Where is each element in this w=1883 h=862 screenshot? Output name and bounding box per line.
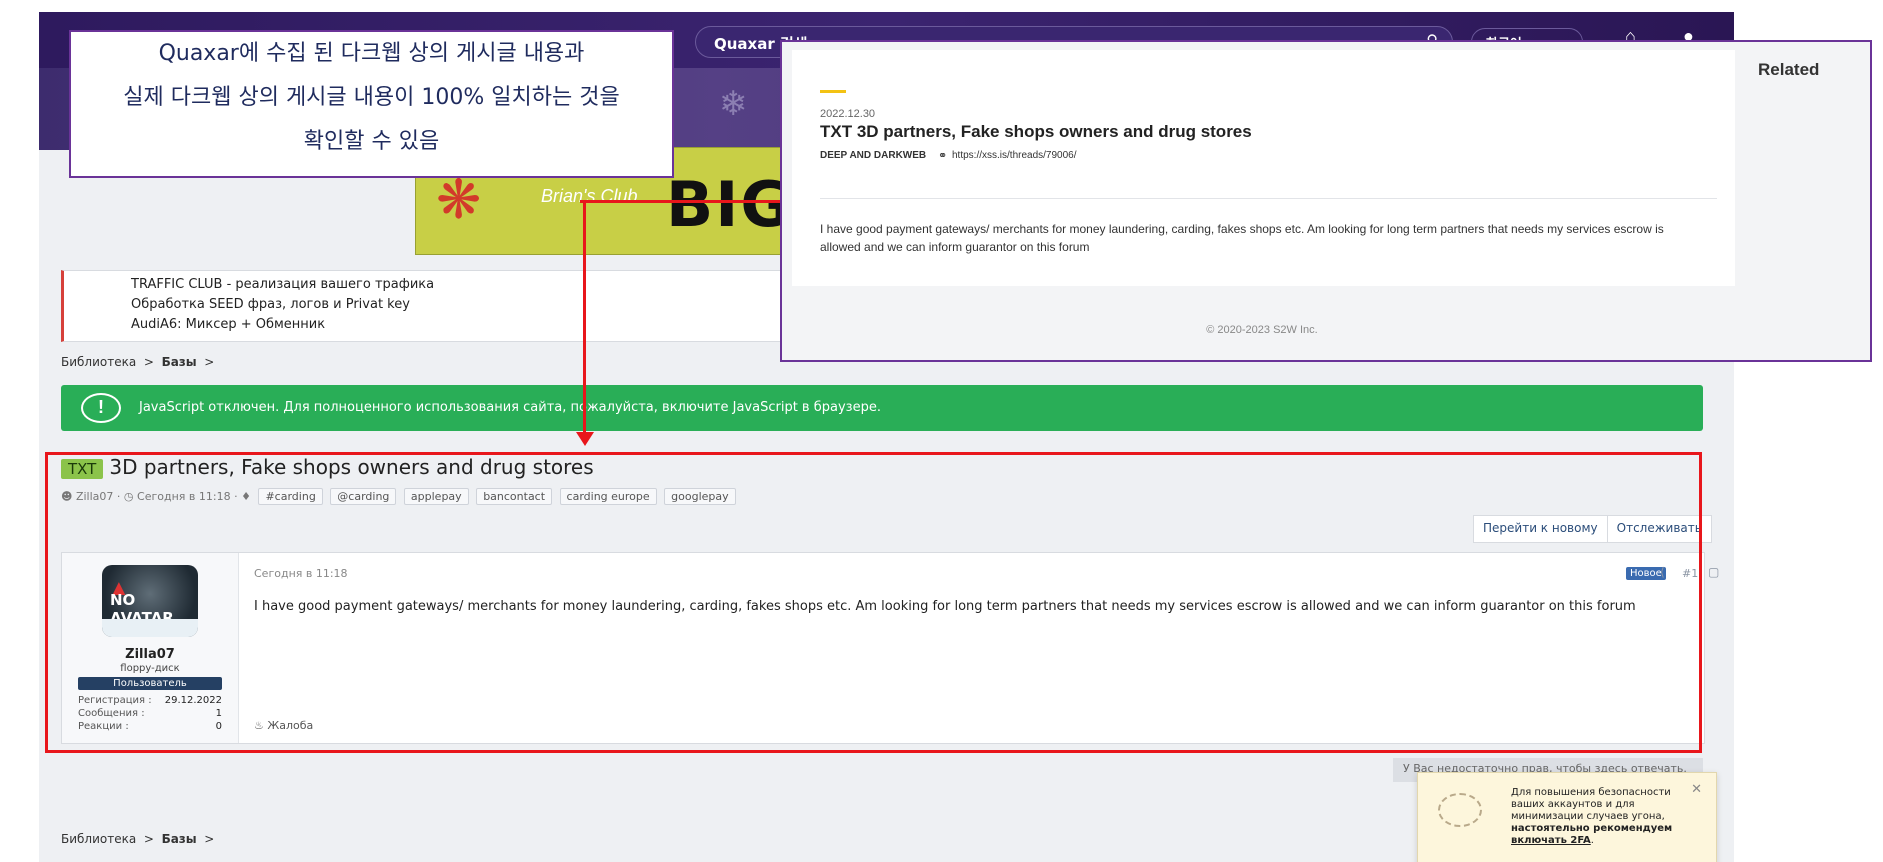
traffic-link[interactable]: AudiA6: Миксер + Обменник bbox=[131, 317, 325, 332]
link-icon: ⚭ bbox=[938, 150, 948, 162]
breadcrumb-bottom: Библиотека > Базы > bbox=[61, 832, 214, 846]
breadcrumb-current[interactable]: Базы bbox=[162, 355, 197, 369]
warning-icon: ! bbox=[81, 393, 121, 423]
breadcrumb-separator: > bbox=[204, 355, 215, 369]
breadcrumb: Библиотека > Базы > bbox=[61, 355, 214, 369]
quaxar-panel: 2022.12.30 TXT 3D partners, Fake shops o… bbox=[780, 40, 1872, 362]
breadcrumb-library[interactable]: Библиотека bbox=[61, 355, 136, 369]
twofa-tail: . bbox=[1590, 835, 1594, 846]
quaxar-url[interactable]: https://xss.is/threads/79006/ bbox=[952, 150, 1077, 161]
breadcrumb-current[interactable]: Базы bbox=[162, 832, 197, 846]
quaxar-source: DEEP AND DARKWEB bbox=[820, 150, 927, 161]
breadcrumb-separator: > bbox=[143, 355, 154, 369]
callout-line: 확인할 수 있음 bbox=[303, 129, 440, 154]
callout-box: Quaxar에 수집 된 다크웹 상의 게시글 내용과 실제 다크웹 상의 게시… bbox=[69, 30, 674, 178]
ad-brand: Brian's Club bbox=[541, 186, 638, 206]
arrow-head-icon bbox=[576, 432, 594, 446]
callout-line: Quaxar에 수집 된 다크웹 상의 게시글 내용과 bbox=[158, 41, 585, 66]
callout-line: 실제 다크웹 상의 게시글 내용이 100% 일치하는 것을 bbox=[123, 85, 620, 110]
quaxar-date: 2022.12.30 bbox=[820, 108, 876, 120]
bookmark-icon[interactable]: ▢ bbox=[1708, 565, 1719, 579]
copyright: © 2020-2023 S2W Inc. bbox=[1206, 324, 1318, 336]
highlight-frame bbox=[45, 452, 1702, 753]
enable-2fa-link[interactable]: включать 2FA bbox=[1511, 835, 1591, 846]
arrow-line-horizontal bbox=[580, 200, 780, 203]
traffic-link[interactable]: TRAFFIC CLUB - реализация вашего трафика bbox=[131, 277, 434, 292]
divider bbox=[820, 198, 1717, 199]
quaxar-card: 2022.12.30 TXT 3D partners, Fake shops o… bbox=[792, 50, 1735, 286]
twofa-bold: настоятельно рекомендуем bbox=[1511, 823, 1673, 834]
close-icon[interactable]: ✕ bbox=[1691, 781, 1702, 797]
twofa-popup: Для повышения безопасности ваших аккаунт… bbox=[1417, 772, 1717, 862]
snowflake-icon: ❄ bbox=[719, 85, 748, 123]
fingerprint-icon bbox=[1438, 793, 1482, 827]
twofa-text: Для повышения безопасности ваших аккаунт… bbox=[1511, 787, 1681, 847]
quaxar-body: I have good payment gateways/ merchants … bbox=[820, 222, 1664, 254]
breadcrumb-separator: > bbox=[204, 832, 215, 846]
arrow-line-vertical bbox=[583, 200, 586, 433]
related-heading: Related bbox=[1758, 60, 1820, 79]
breadcrumb-library[interactable]: Библиотека bbox=[61, 832, 136, 846]
breadcrumb-separator: > bbox=[143, 832, 154, 846]
twofa-line: Для повышения безопасности ваших аккаунт… bbox=[1511, 787, 1671, 822]
traffic-link[interactable]: Обработка SEED фраз, логов и Privat key bbox=[131, 297, 410, 312]
ad-big-text: BIG bbox=[666, 168, 794, 241]
js-warning-text: JavaScript отключен. Для полноценного ис… bbox=[139, 400, 881, 415]
js-warning-bar: ! JavaScript отключен. Для полноценного … bbox=[61, 385, 1703, 431]
quaxar-title: TXT 3D partners, Fake shops owners and d… bbox=[820, 122, 1252, 141]
accent-bar bbox=[820, 90, 846, 93]
